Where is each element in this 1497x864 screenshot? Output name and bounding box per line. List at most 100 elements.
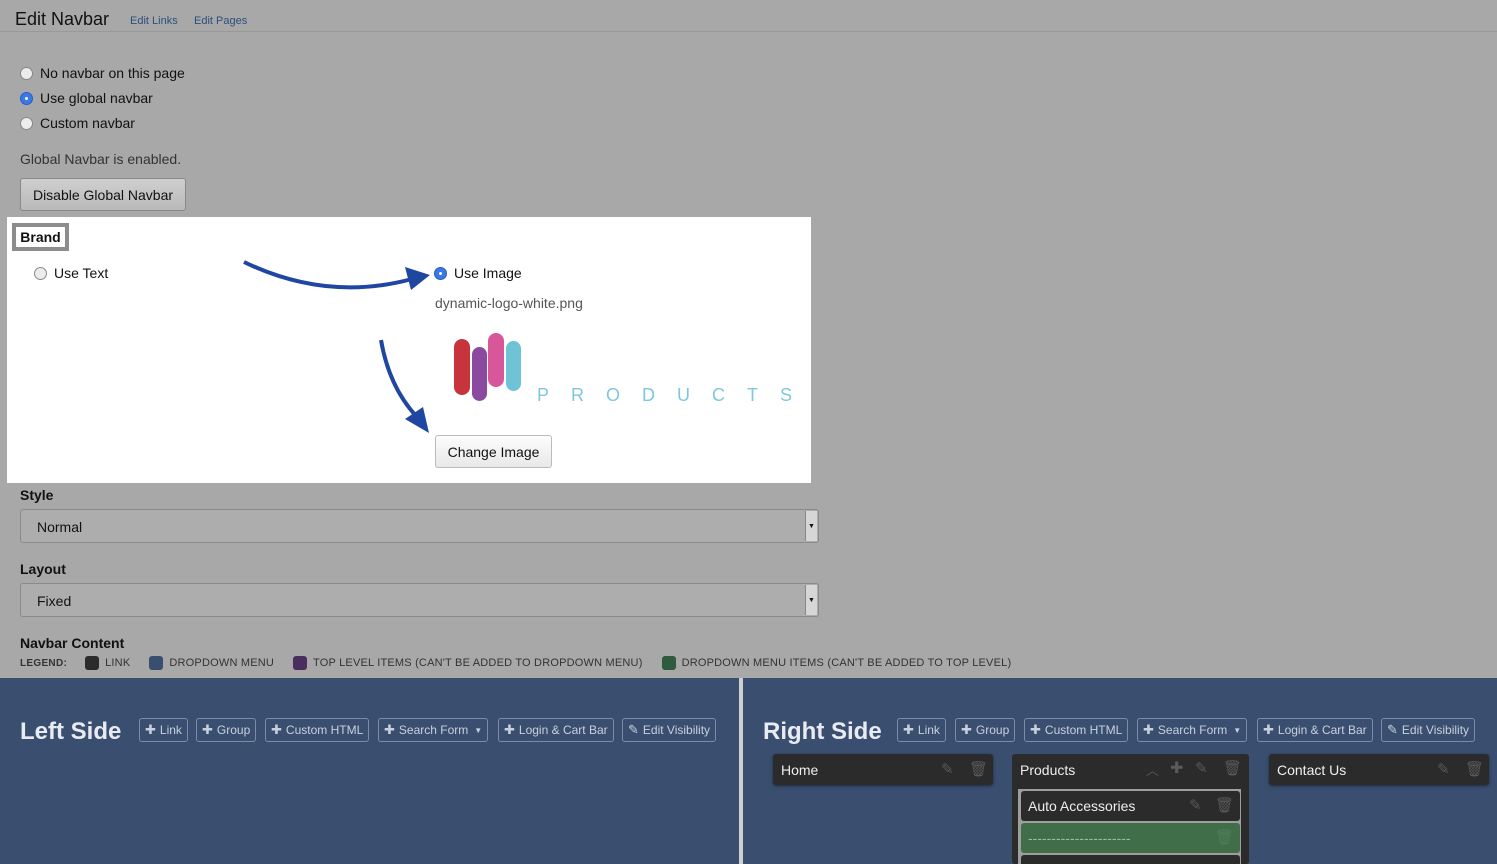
radio-label: Use global navbar [40, 90, 153, 106]
radio-button-selected[interactable] [20, 91, 33, 105]
style-select[interactable]: Normal ▼ [20, 509, 819, 543]
radio-button[interactable] [20, 66, 33, 80]
button-label: Custom HTML [285, 723, 364, 737]
radio-label: Custom navbar [40, 115, 135, 131]
radio-label: Use Image [454, 265, 522, 281]
plus-icon: ✚ [1030, 722, 1041, 737]
add-login-cart-bar-button[interactable]: ✚ Login & Cart Bar [498, 718, 614, 742]
global-navbar-status: Global Navbar is enabled. [20, 151, 182, 167]
dropdown-item-partial[interactable] [1021, 855, 1240, 864]
edit-visibility-button[interactable]: ✎ Edit Visibility [1381, 718, 1476, 742]
add-search-form-button[interactable]: ✚ Search Form ▼ [1137, 718, 1248, 742]
add-custom-html-button[interactable]: ✚ Custom HTML [1024, 718, 1129, 742]
trash-icon[interactable]: 🗑 [969, 760, 988, 778]
dropdown-items-container: Auto Accessories ✎ 🗑 -------------------… [1018, 789, 1241, 864]
add-search-form-button[interactable]: ✚ Search Form ▼ [378, 718, 489, 742]
page-title: Edit Navbar [15, 9, 110, 29]
radio-use-text[interactable]: Use Text [34, 265, 108, 281]
dropdown-item-label: Auto Accessories [1028, 798, 1136, 814]
button-label: Custom HTML [1044, 723, 1123, 737]
style-select-value: Normal [37, 519, 83, 535]
edit-visibility-button[interactable]: ✎ Edit Visibility [622, 718, 717, 742]
left-side-title: Left Side [20, 718, 122, 745]
trash-icon[interactable]: 🗑 [1465, 760, 1484, 778]
button-label: Edit Visibility [1401, 723, 1470, 737]
button-label: Link [159, 723, 182, 737]
legend-swatch [149, 656, 164, 670]
left-side-panel: Left Side ✚ Link ✚ Group ✚ Custom HTML ✚ Sea… [0, 678, 739, 864]
legend: LEGEND: LINK DROPDOWN MENU TOP LEVEL ITE… [20, 656, 1030, 670]
legend-label: LINK [105, 657, 131, 669]
edit-pages-link[interactable]: Edit Pages [194, 15, 247, 27]
button-label: Group [975, 723, 1010, 737]
radio-button[interactable] [20, 116, 33, 130]
legend-label: DROPDOWN MENU ITEMS (CAN'T BE ADDED TO T… [681, 657, 1012, 669]
page-header: Edit Navbar Edit Links Edit Pages [0, 0, 1497, 32]
layout-label: Layout [20, 561, 66, 577]
edit-links-link[interactable]: Edit Links [130, 15, 178, 27]
disable-global-navbar-button[interactable]: Disable Global Navbar [20, 178, 186, 211]
plus-icon: ✚ [202, 722, 213, 737]
image-filename: dynamic-logo-white.png [435, 295, 583, 311]
dropdown-item-label: ---------------------- [1028, 830, 1131, 846]
trash-icon[interactable]: 🗑 [1223, 759, 1242, 777]
button-label: Login & Cart Bar [1277, 723, 1367, 737]
button-label: Search Form [1157, 723, 1228, 737]
dropdown-item-auto-accessories[interactable]: Auto Accessories ✎ 🗑 [1021, 791, 1240, 821]
radio-button-selected[interactable] [434, 266, 447, 280]
nav-item-label: Contact Us [1277, 762, 1347, 778]
plus-icon: ✚ [271, 722, 282, 737]
chevron-up-icon[interactable]: ︿ [1146, 760, 1159, 779]
brand-label: Brand [12, 223, 69, 251]
button-label: Link [917, 723, 940, 737]
logo-wordmark: PRODUCTS [537, 385, 797, 405]
button-label: Edit Visibility [642, 723, 711, 737]
plus-icon[interactable]: ✚ [1170, 758, 1183, 778]
arrow-to-use-image [243, 260, 413, 290]
add-group-button[interactable]: ✚ Group [196, 718, 257, 742]
nav-item-home[interactable]: Home ✎ 🗑 [773, 754, 993, 785]
legend-item-dropdown: DROPDOWN MENU [149, 656, 274, 670]
svg-text:PRODUCTS: PRODUCTS [537, 385, 797, 405]
add-link-button[interactable]: ✚ Link [897, 718, 946, 742]
legend-label: DROPDOWN MENU [169, 657, 275, 669]
change-image-button[interactable]: Change Image [435, 435, 552, 468]
pencil-icon[interactable]: ✎ [1195, 759, 1208, 777]
arrowhead-icon [405, 407, 429, 433]
radio-no-navbar[interactable]: No navbar on this page [20, 65, 185, 81]
style-label: Style [20, 487, 54, 503]
plus-icon: ✚ [1143, 722, 1154, 737]
legend-swatch [293, 656, 308, 670]
legend-swatch [661, 656, 676, 670]
nav-group-products[interactable]: Products ︿ ✚ ✎ 🗑 Auto Accessories ✎ 🗑 --… [1012, 754, 1249, 864]
add-custom-html-button[interactable]: ✚ Custom HTML [265, 718, 370, 742]
trash-icon[interactable]: 🗑 [1215, 828, 1234, 846]
button-label: Group [216, 723, 251, 737]
brand-logo-image: PRODUCTS [447, 329, 797, 409]
brand-section: Brand Use Text Use Image dynamic-logo-wh… [7, 217, 811, 483]
radio-custom-navbar[interactable]: Custom navbar [20, 115, 135, 131]
plus-icon: ✚ [145, 722, 156, 737]
add-group-button[interactable]: ✚ Group [955, 718, 1016, 742]
pencil-icon[interactable]: ✎ [1437, 760, 1450, 778]
layout-select[interactable]: Fixed ▼ [20, 583, 819, 617]
right-side-title: Right Side [763, 718, 882, 745]
nav-item-contact-us[interactable]: Contact Us ✎ 🗑 [1269, 754, 1489, 785]
add-login-cart-bar-button[interactable]: ✚ Login & Cart Bar [1257, 718, 1373, 742]
button-label: Search Form [398, 723, 469, 737]
radio-button[interactable] [34, 266, 47, 280]
radio-global-navbar[interactable]: Use global navbar [20, 90, 153, 106]
trash-icon[interactable]: 🗑 [1215, 796, 1234, 814]
dropdown-item-divider[interactable]: ---------------------- 🗑 [1021, 823, 1240, 853]
plus-icon: ✚ [504, 722, 515, 737]
pencil-icon[interactable]: ✎ [941, 760, 954, 778]
caret-down-icon: ▼ [1233, 725, 1242, 735]
radio-use-image[interactable]: Use Image [434, 265, 522, 281]
plus-icon: ✚ [1263, 722, 1274, 737]
arrow-to-change-image [379, 339, 419, 419]
pencil-icon[interactable]: ✎ [1189, 796, 1202, 814]
layout-select-value: Fixed [37, 593, 72, 609]
add-link-button[interactable]: ✚ Link [139, 718, 188, 742]
legend-item-link: LINK [85, 656, 130, 670]
plus-icon: ✚ [903, 722, 914, 737]
